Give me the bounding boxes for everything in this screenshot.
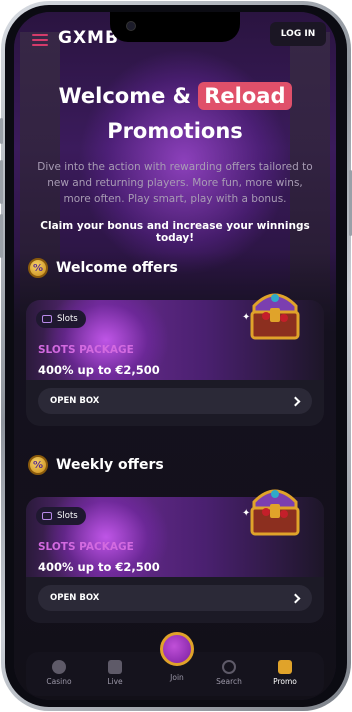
brand-logo[interactable]: GXMB <box>58 28 119 48</box>
menu-icon[interactable] <box>32 34 48 48</box>
phone-notch <box>110 12 240 42</box>
section-title-label: Weekly offers <box>56 457 164 473</box>
package-name: SLOTS PACKAGE <box>38 344 134 356</box>
section-title-welcome: % Welcome offers <box>28 258 178 278</box>
category-chip: Slots <box>36 310 86 328</box>
hero-claim: Claim your bonus and increase your winni… <box>40 220 310 244</box>
nav-item-label: Promo <box>273 677 297 686</box>
hero-title-line2: Promotions <box>107 119 243 143</box>
category-chip-label: Slots <box>57 511 78 521</box>
dice-icon <box>108 660 122 674</box>
open-box-button[interactable]: OPEN BOX <box>38 585 312 611</box>
slots-icon <box>42 315 52 323</box>
phone-side-button <box>0 214 3 258</box>
nav-item-label: Search <box>216 677 242 686</box>
app-screen: GXMB LOG IN Welcome & Reload Promotions … <box>14 12 336 700</box>
category-chip: Slots <box>36 507 86 525</box>
nav-item-label: Casino <box>46 677 72 686</box>
hero-title-part1: Welcome & <box>58 84 191 108</box>
nav-item-live[interactable]: Live <box>90 660 140 686</box>
treasure-chest-icon <box>250 489 300 536</box>
open-box-label: OPEN BOX <box>50 396 100 406</box>
join-label: Join <box>170 673 184 682</box>
section-title-label: Welcome offers <box>56 260 178 276</box>
login-button[interactable]: LOG IN <box>270 22 326 46</box>
treasure-chest-icon <box>250 293 300 340</box>
nav-item-search[interactable]: Search <box>204 660 254 686</box>
open-box-label: OPEN BOX <box>50 593 100 603</box>
camera-icon <box>126 21 136 31</box>
app-header: GXMB LOG IN <box>14 12 336 56</box>
search-icon <box>222 660 236 674</box>
hero-title-highlight: Reload <box>198 82 292 110</box>
nav-item-promo[interactable]: Promo <box>260 660 310 686</box>
package-amount: 400% up to €2,500 <box>38 560 160 574</box>
package-amount: 400% up to €2,500 <box>38 363 160 377</box>
ankh-icon <box>278 660 292 674</box>
sparkle-icon: ✦ <box>242 508 251 519</box>
percent-badge-icon: % <box>28 258 48 278</box>
casino-chip-icon <box>52 660 66 674</box>
join-button[interactable] <box>160 632 194 666</box>
phone-side-button <box>0 118 3 144</box>
chevron-right-icon <box>290 396 301 406</box>
nav-item-casino[interactable]: Casino <box>34 660 84 686</box>
sparkle-icon: ✦ <box>242 312 251 323</box>
open-box-button[interactable]: OPEN BOX <box>38 388 312 414</box>
package-name: SLOTS PACKAGE <box>38 541 134 553</box>
category-chip-label: Slots <box>57 314 78 324</box>
hero-description: Dive into the action with rewarding offe… <box>37 161 313 205</box>
slots-icon <box>42 512 52 520</box>
hero-title-line1: Welcome & Reload <box>14 82 336 110</box>
percent-badge-icon: % <box>28 455 48 475</box>
chevron-right-icon <box>290 593 301 603</box>
nav-item-label: Live <box>107 677 123 686</box>
section-title-weekly: % Weekly offers <box>28 455 164 475</box>
phone-side-button <box>0 160 3 204</box>
